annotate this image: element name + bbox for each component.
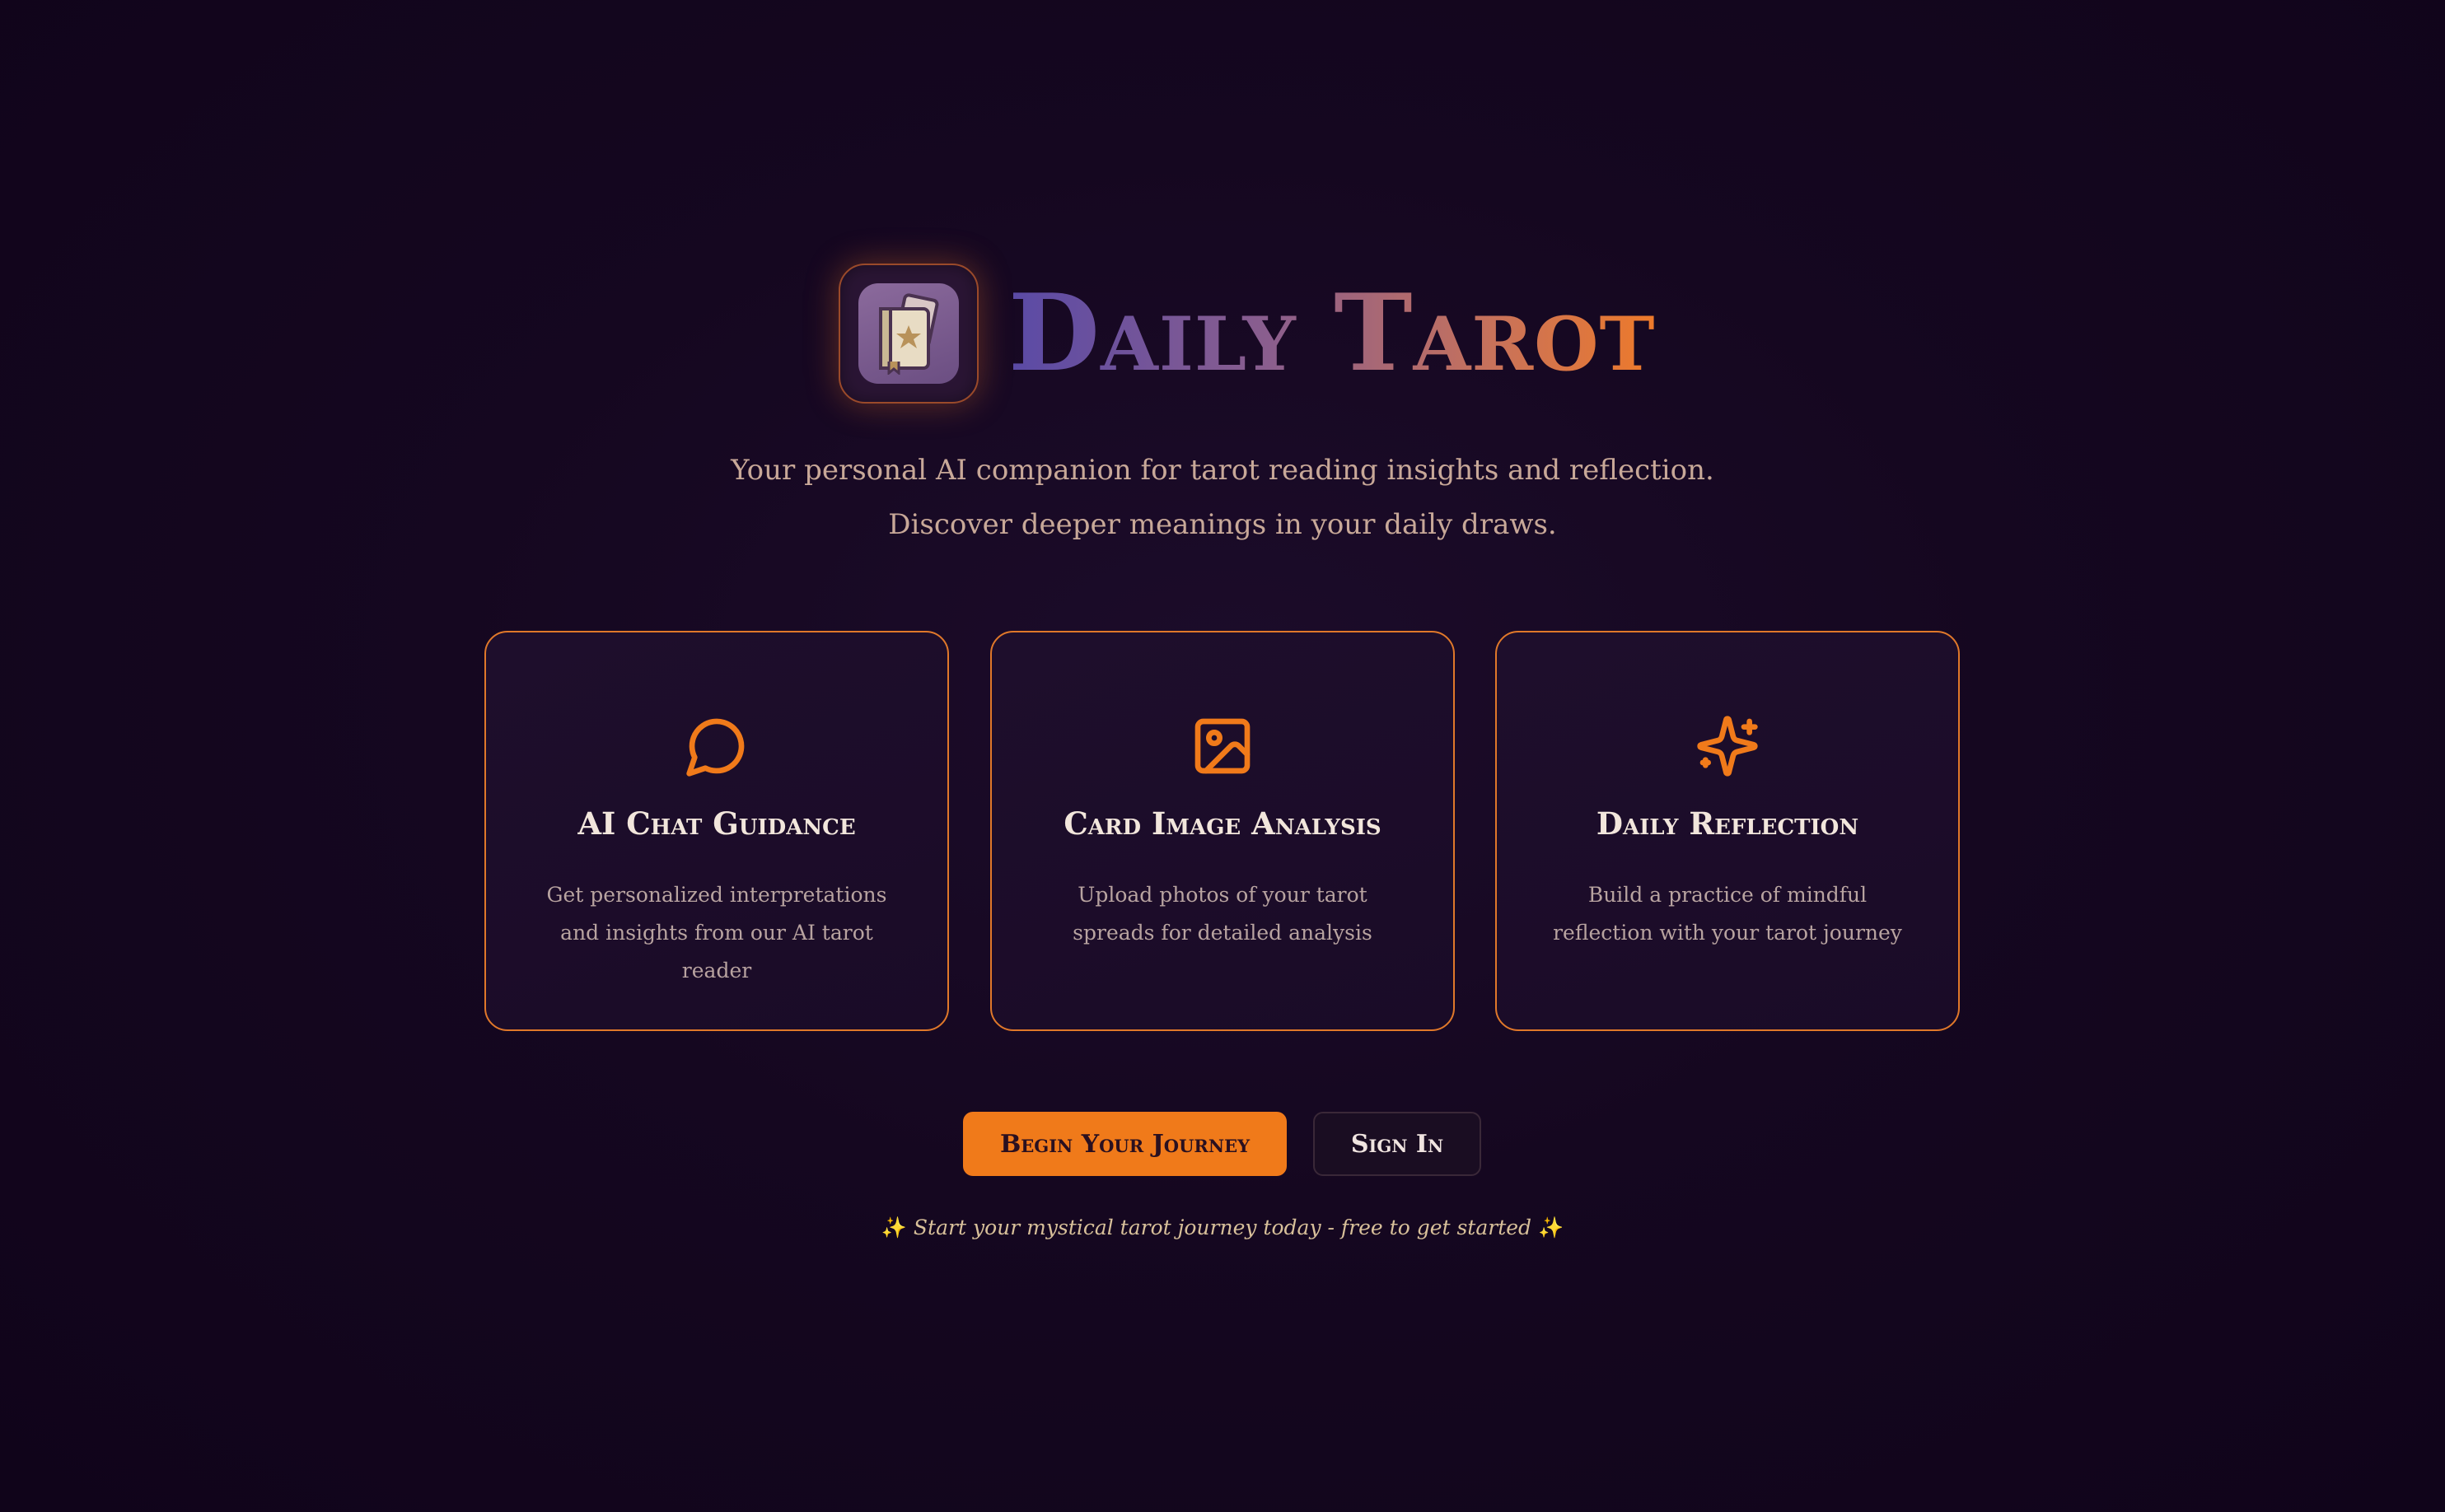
feature-card-ai-chat: AI Chat Guidance Get personalized interp…	[484, 631, 949, 1031]
app-title: Daily Tarot	[1008, 272, 1656, 395]
footnote-text: Start your mystical tarot journey today …	[913, 1216, 1532, 1239]
feature-title: AI Chat Guidance	[577, 805, 856, 842]
feature-description: Upload photos of your tarot spreads for …	[1073, 883, 1372, 945]
tarot-book-icon	[858, 283, 959, 384]
feature-card-daily-reflection: Daily Reflection Build a practice of min…	[1495, 631, 1960, 1031]
sparkles-icon	[1497, 713, 1958, 779]
feature-description: Get personalized interpretations and ins…	[546, 883, 887, 982]
app-logo	[839, 264, 979, 404]
tagline: Your personal AI companion for tarot rea…	[731, 454, 1714, 541]
landing-page: Daily Tarot Your personal AI companion f…	[0, 0, 2445, 1512]
footnote: ✨ Start your mystical tarot journey toda…	[646, 1216, 1799, 1240]
feature-title: Daily Reflection	[1596, 805, 1859, 842]
feature-title: Card Image Analysis	[1064, 805, 1381, 842]
brand-header: Daily Tarot	[839, 264, 1656, 404]
feature-description: Build a practice of mindful reflection w…	[1553, 883, 1902, 945]
feature-card-image-analysis: Card Image Analysis Upload photos of you…	[990, 631, 1455, 1031]
begin-journey-button[interactable]: Begin Your Journey	[963, 1112, 1287, 1176]
sparkle-icon: ✨	[881, 1216, 907, 1239]
sign-in-button[interactable]: Sign In	[1313, 1112, 1481, 1176]
image-icon	[992, 713, 1453, 779]
sparkle-icon: ✨	[1538, 1216, 1564, 1239]
chat-bubble-icon	[486, 713, 947, 779]
